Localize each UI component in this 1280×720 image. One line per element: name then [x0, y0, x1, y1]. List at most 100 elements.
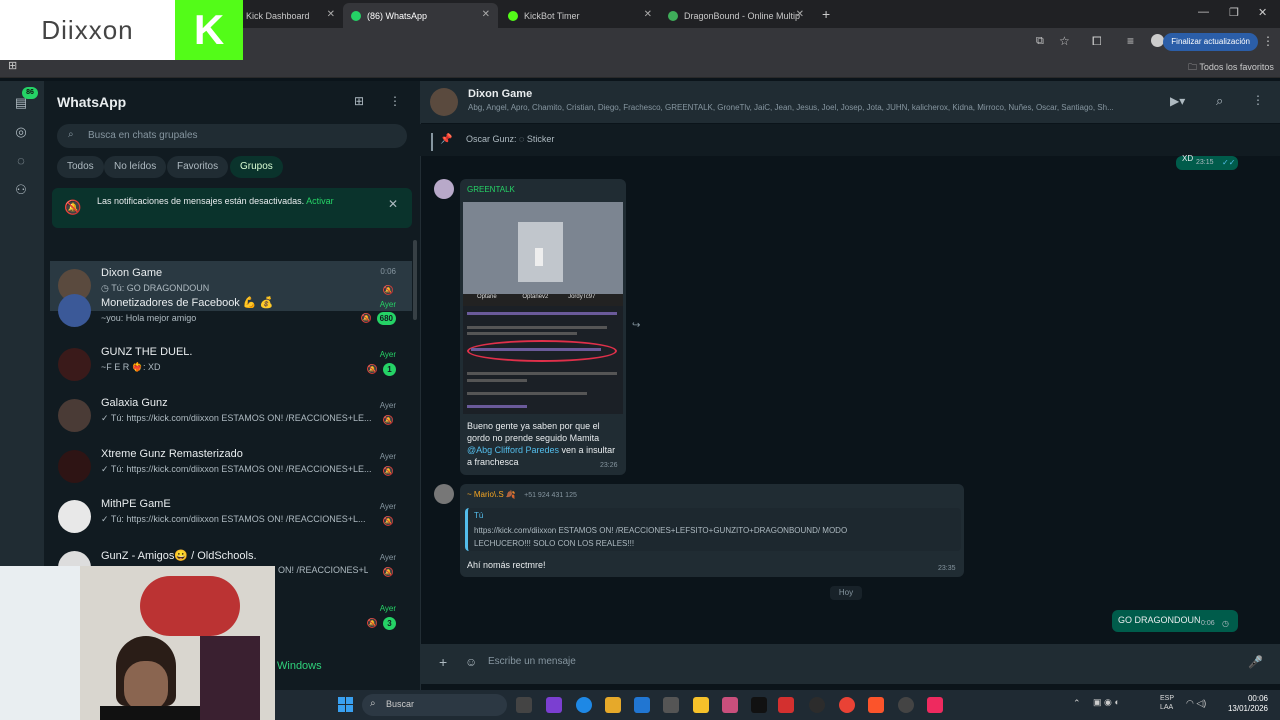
file-explorer-icon[interactable]	[693, 697, 709, 713]
filter-groups[interactable]: Grupos	[230, 156, 283, 178]
minimize-button[interactable]: —	[1198, 6, 1209, 18]
message-image[interactable]: Optane Optanev2 JordyTc97	[463, 202, 623, 414]
pinned-sender: Oscar Gunz:	[466, 134, 517, 144]
chat-name: Xtreme Gunz Remasterizado	[101, 448, 243, 460]
app-icon[interactable]	[898, 697, 914, 713]
microphone-icon[interactable]: 🎤	[1248, 655, 1263, 669]
chat-name: MithPE GamE	[101, 498, 171, 510]
chrome-icon[interactable]	[839, 697, 855, 713]
close-icon[interactable]: ✕	[482, 9, 490, 20]
new-tab-button[interactable]: +	[822, 6, 830, 22]
menu-icon[interactable]: ⋮	[389, 94, 401, 108]
communities-icon[interactable]: ⚇	[12, 181, 30, 199]
lang-code: ESP	[1160, 695, 1175, 702]
windows-start-icon[interactable]	[338, 697, 353, 712]
quote-author: Tú	[474, 511, 484, 520]
channels-icon[interactable]: ◌	[12, 152, 30, 170]
chat-time: Ayer	[379, 300, 396, 309]
chevron-up-icon[interactable]: ⌃	[1073, 698, 1081, 709]
search-bar[interactable]: ⌕ Busca en chats grupales	[57, 124, 407, 148]
copilot-icon[interactable]	[605, 697, 621, 713]
menu-icon[interactable]: ⋮	[1252, 93, 1264, 107]
chat-row-mithpe-game[interactable]: MithPE GamE ✓ Tú: https://kick.com/diixx…	[50, 492, 412, 542]
mute-icon: 🔕	[366, 618, 378, 628]
video-call-icon[interactable]: ▶▾	[1170, 94, 1185, 108]
message-input[interactable]: Escribe un mensaje	[488, 650, 1228, 674]
mention-link[interactable]: @Abg Clifford Paredes	[467, 445, 559, 455]
tray-icons[interactable]: ▣ ◉ ◐	[1093, 697, 1153, 711]
chat-row-galaxia-gunz[interactable]: Galaxia Gunz ✓ Tú: https://kick.com/diix…	[50, 391, 412, 441]
clock[interactable]: 00:06 13/01/2026	[1224, 694, 1268, 714]
message-sender: ~ Mario\.S 🍂 +51 924 431 125	[467, 490, 577, 499]
search-input[interactable]: Busca en chats grupales	[88, 130, 198, 141]
chat-row-gunz-the-duel[interactable]: GUNZ THE DUEL. ~F E R ❤️‍🔥: XD Ayer 🔕 1	[50, 340, 412, 390]
kick-icon	[508, 10, 518, 21]
chat-row-xtreme-gunz[interactable]: Xtreme Gunz Remasterizado ✓ Tú: https://…	[50, 442, 412, 492]
tab-label: KickBot Timer	[524, 10, 580, 21]
close-icon[interactable]: ✕	[327, 9, 335, 20]
filter-all[interactable]: Todos	[57, 156, 104, 178]
new-chat-icon[interactable]: ⊞	[354, 94, 364, 108]
forward-icon[interactable]: ↪	[632, 320, 640, 331]
media-icon[interactable]: ≡	[1127, 34, 1134, 48]
app-icon[interactable]	[778, 697, 794, 713]
install-icon[interactable]: ⧉	[1036, 35, 1044, 48]
outlook-icon[interactable]	[634, 697, 650, 713]
quoted-message[interactable]: Tú https://kick.com/diixxon ESTAMOS ON! …	[465, 508, 961, 551]
chat-row-monetizadores[interactable]: Monetizadores de Facebook 💪 💰 ~you: Hola…	[50, 288, 412, 328]
message-text: Ahí nomás rectmre!	[467, 560, 546, 570]
maximize-button[interactable]: ❐	[1229, 6, 1239, 19]
chat-header[interactable]: Dixon Game Abg, Angel, Apro, Chamito, Cr…	[420, 81, 1280, 123]
obs-icon[interactable]	[809, 697, 825, 713]
filter-unread[interactable]: No leídos	[104, 156, 167, 178]
clock-time: 00:06	[1247, 694, 1268, 703]
group-avatar[interactable]	[430, 88, 458, 116]
filter-favorites[interactable]: Favoritos	[167, 156, 229, 178]
search-icon[interactable]: ⌕	[1216, 93, 1223, 109]
close-icon[interactable]: ✕	[644, 9, 652, 20]
chat-preview: ~F E R ❤️‍🔥: XD	[101, 362, 161, 372]
tiktok-icon[interactable]	[751, 697, 767, 713]
all-bookmarks[interactable]: 🗀 Todos los favoritos	[1188, 60, 1274, 76]
tab-kick-dashboard[interactable]: Kick Dashboard ✕	[238, 3, 343, 28]
tab-dragonbound[interactable]: DragonBound - Online Multip ✕	[660, 3, 812, 28]
chat-name: GunZ - Amigos😀 / OldSchools.	[101, 550, 257, 562]
wifi-icon[interactable]: ◠ ◁)	[1186, 698, 1206, 709]
message-outgoing[interactable]: XD 23:15 ✓✓	[1176, 154, 1238, 170]
status-icon[interactable]: ◎	[12, 123, 30, 141]
close-icon[interactable]: ✕	[796, 9, 804, 20]
pin-icon: 📌	[440, 134, 453, 145]
message-incoming[interactable]: GREENTALK Optane Optanev2 JordyTc97 Buen…	[460, 179, 626, 475]
brave-icon[interactable]	[868, 697, 884, 713]
star-icon[interactable]: ☆	[1059, 34, 1070, 48]
activate-link[interactable]: Activar	[306, 196, 334, 206]
attach-plus-icon[interactable]: +	[439, 654, 447, 670]
chat-time: Ayer	[379, 502, 396, 511]
apps-grid-icon[interactable]: ⊞	[8, 59, 17, 72]
task-view-icon[interactable]	[516, 697, 532, 713]
update-button[interactable]: Finalizar actualización	[1163, 33, 1258, 51]
music-icon[interactable]	[722, 697, 738, 713]
tab-whatsapp[interactable]: (86) WhatsApp ✕	[343, 3, 498, 28]
close-icon[interactable]: ✕	[388, 197, 398, 211]
language-indicator[interactable]: ESP LAA	[1160, 694, 1174, 712]
pinned-message-bar[interactable]: 📌 Oscar Gunz: ◌ Sticker	[420, 124, 1280, 156]
tab-kickbot-timer[interactable]: KickBot Timer ✕	[500, 3, 660, 28]
app-icon[interactable]	[546, 697, 562, 713]
app-icon[interactable]	[663, 697, 679, 713]
edge-icon[interactable]	[576, 697, 592, 713]
taskbar-search[interactable]: ⌕ Buscar	[362, 694, 507, 716]
scrollbar[interactable]	[413, 240, 417, 320]
emoji-icon[interactable]: ☺	[465, 655, 477, 669]
message-outgoing[interactable]: GO DRAGONDOUN 0:06 ◷	[1112, 610, 1238, 632]
profile-avatar[interactable]	[1151, 34, 1164, 47]
avatar	[58, 348, 91, 381]
avatar	[58, 399, 91, 432]
game-screenshot	[463, 202, 623, 294]
extensions-icon[interactable]: ⧠	[1092, 34, 1102, 49]
menu-dots-icon[interactable]: ⋮	[1262, 34, 1274, 48]
app-icon[interactable]	[927, 697, 943, 713]
message-incoming[interactable]: ~ Mario\.S 🍂 +51 924 431 125 Tú https://…	[460, 484, 964, 577]
close-window-button[interactable]: ✕	[1258, 6, 1267, 19]
quote-text: https://kick.com/diixxon ESTAMOS ON! /RE…	[474, 526, 848, 548]
